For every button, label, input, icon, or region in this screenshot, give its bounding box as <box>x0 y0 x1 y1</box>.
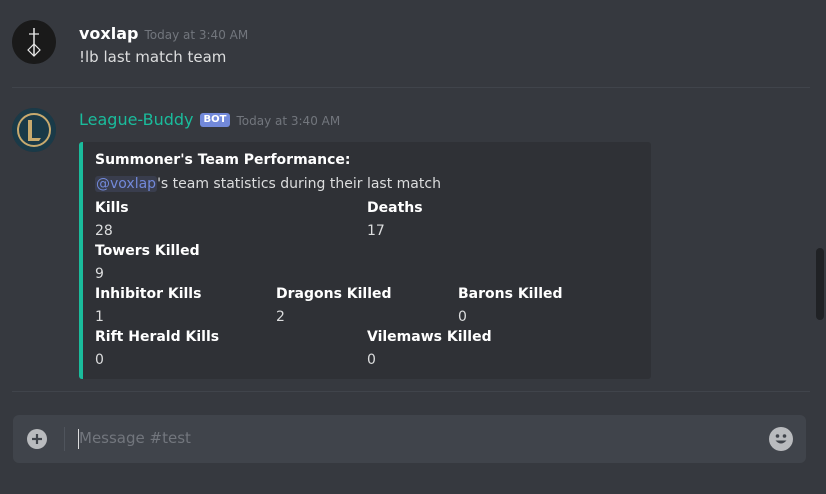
field-value: 28 <box>95 223 113 239</box>
field-value: 1 <box>95 309 104 325</box>
field-value: 2 <box>276 309 285 325</box>
plus-circle-icon[interactable] <box>27 429 47 449</box>
message-input[interactable]: Message #test <box>79 429 191 447</box>
scrollbar-thumb[interactable] <box>816 248 824 320</box>
message-divider <box>12 391 810 392</box>
voxlap-avatar-icon <box>12 20 56 64</box>
message-composer[interactable]: Message #test <box>13 415 806 463</box>
smiley-face-icon <box>775 434 787 444</box>
field-name: Vilemaws Killed <box>367 329 492 345</box>
author-name[interactable]: League-Buddy <box>79 110 194 129</box>
embed-description: @voxlap's team statistics during their l… <box>95 176 441 192</box>
league-logo-icon <box>12 108 56 152</box>
field-value: 9 <box>95 266 104 282</box>
message-divider <box>12 87 810 88</box>
author-name[interactable]: voxlap <box>79 24 138 43</box>
avatar[interactable] <box>12 108 56 152</box>
embed: Summoner's Team Performance: @voxlap's t… <box>79 142 651 379</box>
embed-title: Summoner's Team Performance: <box>95 152 351 168</box>
scrollbar-track[interactable] <box>814 0 826 404</box>
plus-icon <box>32 434 42 444</box>
field-name: Inhibitor Kills <box>95 286 202 302</box>
field-name: Barons Killed <box>458 286 563 302</box>
field-name: Dragons Killed <box>276 286 392 302</box>
field-value: 0 <box>458 309 467 325</box>
field-name: Deaths <box>367 200 423 216</box>
message-voxlap: voxlap Today at 3:40 AM !lb last match te… <box>0 0 810 90</box>
username[interactable]: voxlap Today at 3:40 AM <box>79 24 248 43</box>
avatar[interactable] <box>12 20 56 64</box>
message-text: !lb last match team <box>79 48 227 66</box>
bot-badge: BOT <box>199 113 231 127</box>
field-name: Towers Killed <box>95 243 200 259</box>
composer-divider <box>64 427 65 451</box>
embed-description-text: 's team statistics during their last mat… <box>157 176 441 192</box>
field-value: 0 <box>95 352 104 368</box>
user-mention[interactable]: @voxlap <box>95 176 158 192</box>
field-name: Rift Herald Kills <box>95 329 220 345</box>
field-name: Kills <box>95 200 129 216</box>
timestamp: Today at 3:40 AM <box>144 28 249 42</box>
timestamp: Today at 3:40 AM <box>236 114 341 128</box>
field-value: 0 <box>367 352 376 368</box>
field-value: 17 <box>367 223 385 239</box>
smiley-icon[interactable] <box>769 427 793 451</box>
username[interactable]: League-Buddy BOT Today at 3:40 AM <box>79 110 340 129</box>
